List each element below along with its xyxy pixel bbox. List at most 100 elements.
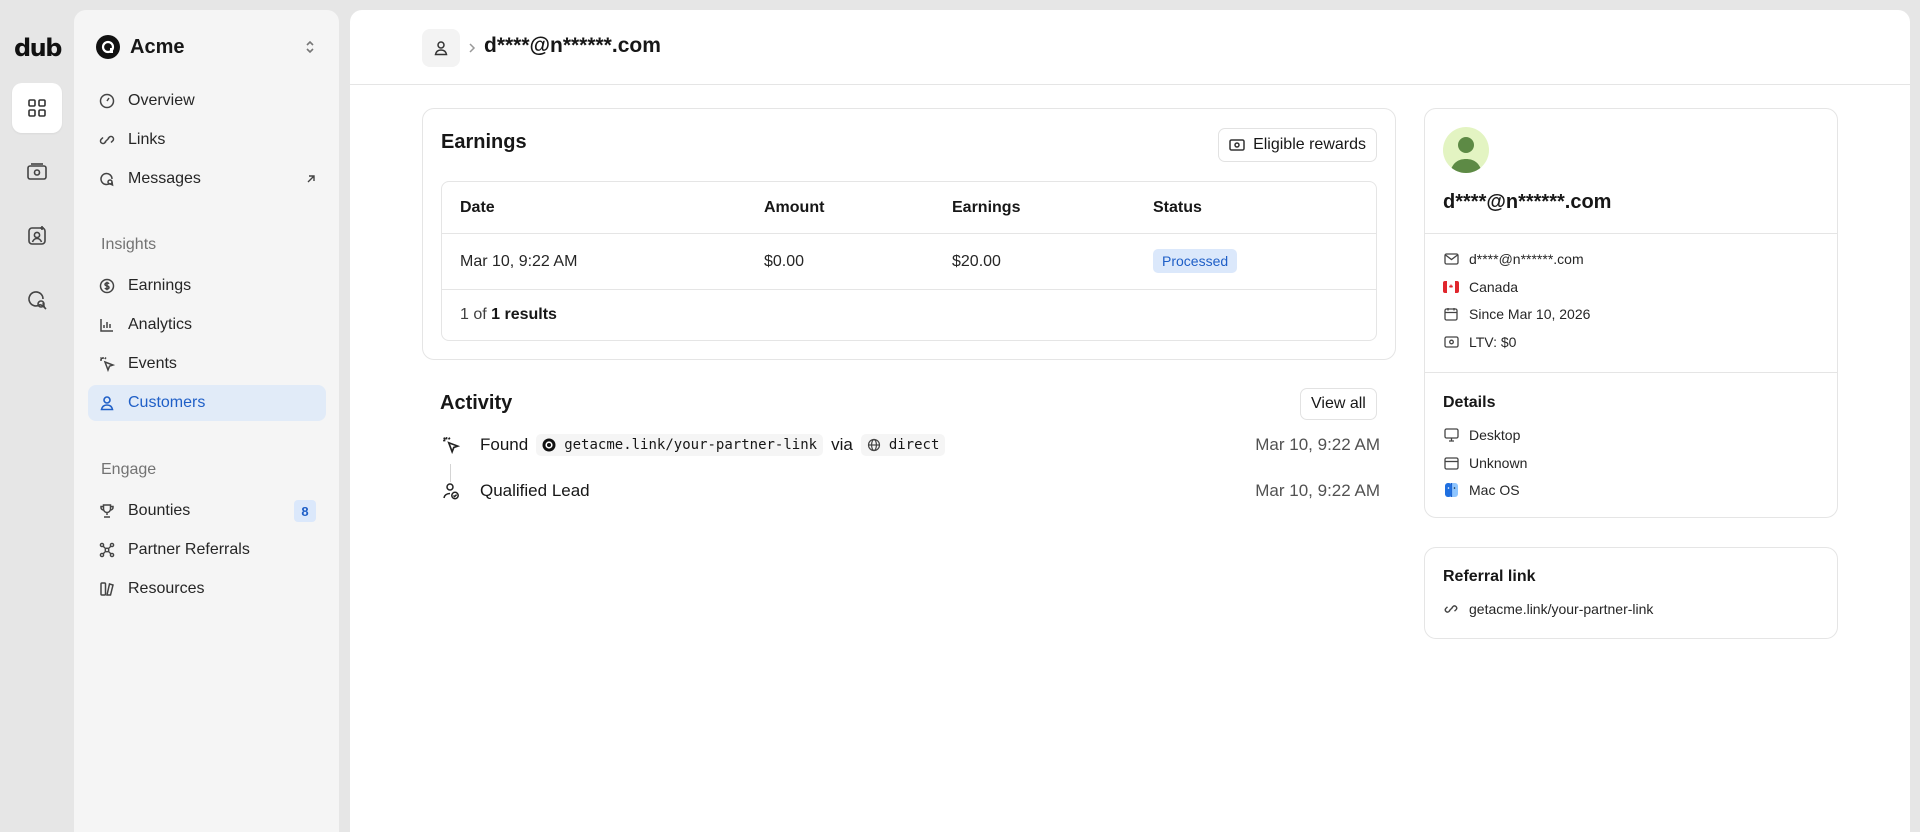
os-value: Mac OS <box>1469 482 1520 498</box>
acme-logo-icon <box>542 438 556 452</box>
link-icon <box>1444 605 1458 613</box>
customer-profile-card: d****@n******.com d****@n******.com Cana… <box>1424 108 1838 518</box>
network-icon <box>99 542 115 558</box>
sidebar: Acme Overview Links Messages Insights Ea… <box>74 10 339 832</box>
nav-events[interactable]: Events <box>88 346 326 382</box>
macos-finder-icon <box>1444 483 1458 497</box>
trophy-icon <box>100 504 114 518</box>
dollar-circle-icon <box>99 278 115 294</box>
nav-links-label: Links <box>128 131 166 148</box>
eligible-rewards-button[interactable]: Eligible rewards <box>1218 128 1377 162</box>
pagination-prefix: 1 of <box>460 306 487 323</box>
avatar <box>1443 127 1489 173</box>
customers-breadcrumb-button[interactable] <box>422 29 460 67</box>
customer-since: Since Mar 10, 2026 <box>1469 306 1591 322</box>
cell-amount: $0.00 <box>764 253 805 270</box>
nav-events-label: Events <box>128 355 177 372</box>
globe-icon <box>867 438 880 452</box>
rail-messages-button[interactable] <box>12 275 62 325</box>
column-amount: Amount <box>764 199 825 216</box>
details-title: Details <box>1443 394 1496 411</box>
cursor-click-icon <box>99 356 115 372</box>
cursor-click-icon <box>443 437 460 454</box>
money-icon <box>27 163 47 180</box>
eligible-rewards-label: Eligible rewards <box>1253 136 1366 153</box>
nav-messages-label: Messages <box>128 170 201 187</box>
activity-time: Mar 10, 9:22 AM <box>1255 481 1380 500</box>
column-earnings: Earnings <box>952 199 1021 216</box>
referral-link-text: getacme.link/your-partner-link <box>1469 601 1654 617</box>
nav-analytics[interactable]: Analytics <box>88 307 326 343</box>
rail-partners-button[interactable] <box>12 211 62 261</box>
customer-email-row: d****@n******.com <box>1443 251 1584 267</box>
rail-payouts-button[interactable] <box>12 147 62 197</box>
nav-resources[interactable]: Resources <box>88 571 326 607</box>
table-row[interactable]: Mar 10, 9:22 AM $0.00 $20.00 Processed <box>442 234 1376 290</box>
referral-link-row[interactable]: getacme.link/your-partner-link <box>1443 601 1653 617</box>
grid-icon <box>28 99 46 117</box>
referral-link-title: Referral link <box>1443 568 1536 585</box>
chevron-right-icon <box>469 43 476 53</box>
chat-icon <box>100 172 114 187</box>
divider <box>1425 372 1837 373</box>
customer-ltv-row: LTV: $0 <box>1443 334 1516 350</box>
customer-email: d****@n******.com <box>1469 251 1584 267</box>
source-pill: direct <box>860 434 946 456</box>
icon-rail: dub <box>0 0 74 832</box>
column-date: Date <box>460 199 495 216</box>
nav-links[interactable]: Links <box>88 122 326 158</box>
cell-date: Mar 10, 9:22 AM <box>460 253 578 270</box>
nav-customers[interactable]: Customers <box>88 385 326 421</box>
nav-resources-label: Resources <box>128 580 205 597</box>
user-add-icon <box>28 226 46 245</box>
page-header: d****@n******.com <box>350 10 1910 85</box>
activity-label-found: Found <box>480 435 529 454</box>
workspace-switcher[interactable]: Acme <box>96 32 317 62</box>
insights-section-label: Insights <box>101 236 157 253</box>
shapes-icon <box>100 582 114 596</box>
nav-customers-label: Customers <box>128 394 206 411</box>
activity-time: Mar 10, 9:22 AM <box>1255 435 1380 454</box>
browser-window-icon <box>1443 456 1459 470</box>
rail-program-button[interactable] <box>12 83 62 133</box>
browser-row: Unknown <box>1443 455 1527 471</box>
user-icon <box>100 396 114 411</box>
nav-earnings-label: Earnings <box>128 277 192 294</box>
nav-messages[interactable]: Messages <box>88 161 326 197</box>
engage-section-label: Engage <box>101 461 157 478</box>
activity-item: Qualified Lead Mar 10, 9:22 AM <box>440 476 1380 506</box>
nav-overview[interactable]: Overview <box>88 83 326 119</box>
cell-earnings: $20.00 <box>952 253 1001 270</box>
bounties-count-badge: 8 <box>294 500 316 522</box>
nav-overview-label: Overview <box>128 92 195 109</box>
earnings-card: Earnings Eligible rewards Date Amount Ea… <box>422 108 1396 360</box>
nav-partner-referrals[interactable]: Partner Referrals <box>88 532 326 568</box>
mail-icon <box>1443 253 1459 265</box>
customer-country-row: Canada <box>1443 279 1518 295</box>
table-header-row: Date Amount Earnings Status <box>442 182 1376 234</box>
dub-logo[interactable]: dub <box>14 34 62 62</box>
bar-chart-icon <box>100 319 113 332</box>
nav-earnings[interactable]: Earnings <box>88 268 326 304</box>
workspace-logo-icon <box>96 35 120 59</box>
canada-flag-icon <box>1443 281 1459 293</box>
user-icon <box>434 41 448 56</box>
partner-link-pill[interactable]: getacme.link/your-partner-link <box>536 434 824 456</box>
nav-bounties[interactable]: Bounties 8 <box>88 493 326 529</box>
view-all-button[interactable]: View all <box>1300 388 1377 420</box>
pagination-summary: 1 of 1 results <box>460 306 557 324</box>
browser-value: Unknown <box>1469 455 1528 471</box>
customer-name: d****@n******.com <box>1443 191 1612 213</box>
money-icon <box>1443 336 1459 348</box>
nav-bounties-label: Bounties <box>128 502 191 519</box>
status-badge: Processed <box>1153 249 1238 273</box>
device-value: Desktop <box>1469 427 1521 443</box>
gauge-icon <box>99 93 115 109</box>
workspace-name: Acme <box>130 35 185 58</box>
view-all-label: View all <box>1311 395 1366 412</box>
customer-country: Canada <box>1469 279 1519 295</box>
divider <box>1425 233 1837 234</box>
activity-via: via <box>831 435 853 454</box>
customer-since-row: Since Mar 10, 2026 <box>1443 306 1590 322</box>
nav-analytics-label: Analytics <box>128 316 193 333</box>
